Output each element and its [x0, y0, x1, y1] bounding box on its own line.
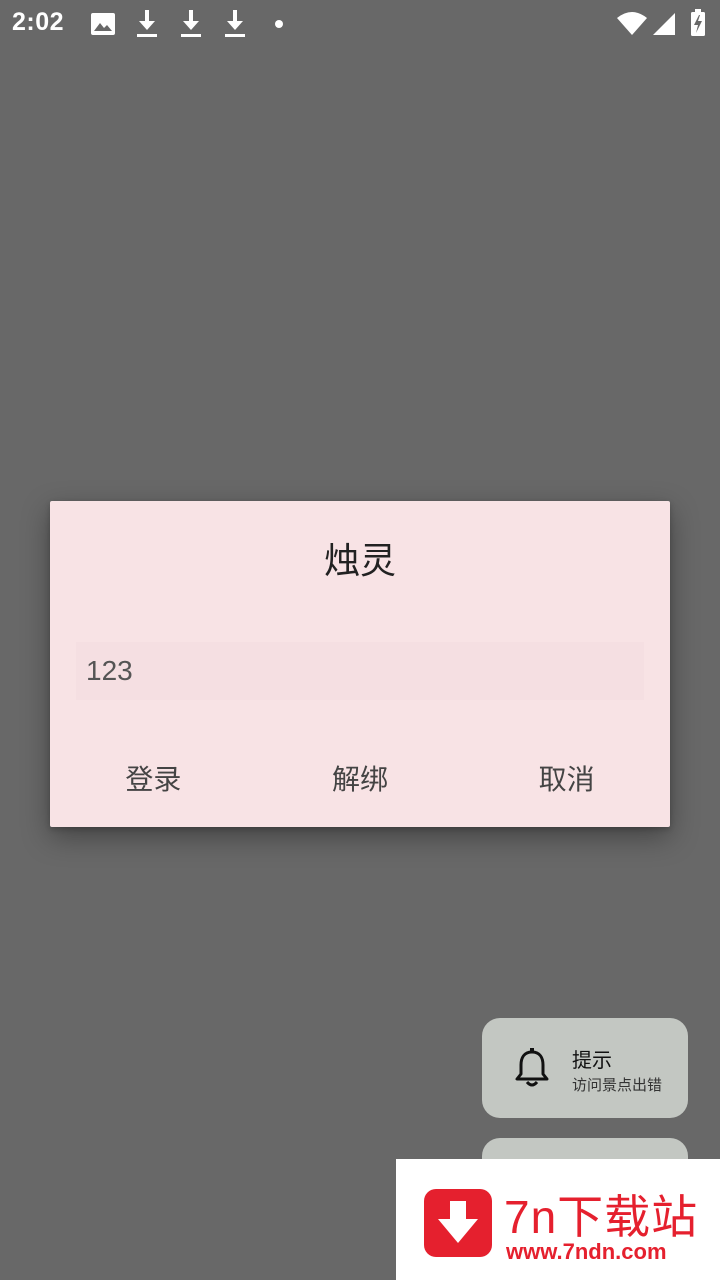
login-button[interactable]: 登录: [50, 729, 257, 827]
watermark-banner: 7n下载站 www.7ndn.com: [396, 1159, 720, 1280]
wifi-icon: [617, 12, 647, 35]
watermark-url: www.7ndn.com: [506, 1239, 667, 1264]
bell-icon: [515, 1048, 549, 1087]
watermark-name: 7n下载站: [504, 1191, 699, 1243]
cancel-button[interactable]: 取消: [463, 729, 670, 827]
download-icon: [181, 10, 201, 37]
unbind-button[interactable]: 解绑: [257, 729, 464, 827]
status-bar: 2:02: [0, 0, 720, 48]
dialog-actions: 登录 解绑 取消: [50, 729, 670, 827]
image-icon: [91, 13, 115, 35]
notification-title: 提示: [572, 1048, 612, 1072]
status-time: 2:02: [12, 8, 65, 36]
dot-icon: [275, 20, 283, 28]
notification-message: 访问景点出错: [572, 1076, 663, 1094]
download-logo-icon: [424, 1189, 492, 1257]
login-dialog: 烛灵 登录 解绑 取消: [50, 501, 670, 827]
dialog-title: 烛灵: [323, 540, 396, 582]
code-input[interactable]: [76, 642, 644, 700]
download-icon: [137, 10, 157, 37]
notification-chip[interactable]: 提示 访问景点出错: [482, 1018, 688, 1118]
battery-charging-icon: [691, 9, 705, 36]
signal-icon: [653, 13, 675, 35]
download-icon: [225, 10, 245, 37]
